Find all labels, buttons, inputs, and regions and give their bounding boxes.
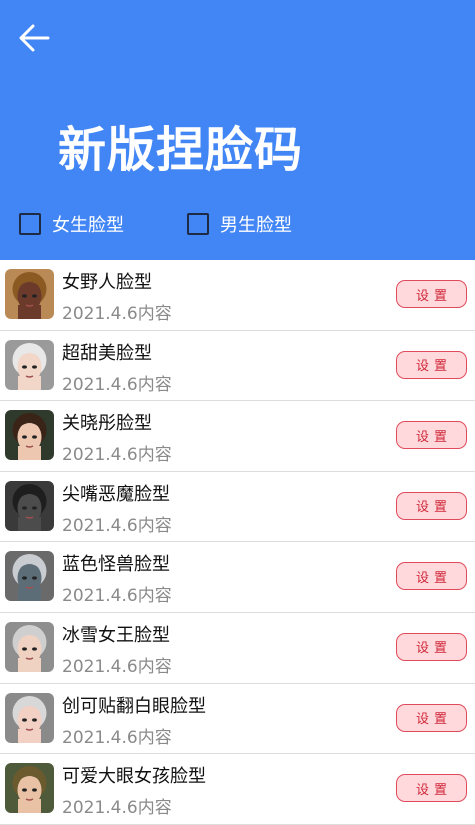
item-title: 冰雪女王脸型 bbox=[62, 624, 170, 646]
avatar bbox=[5, 763, 54, 814]
app-header: 新版捏脸码 女生脸型 男生脸型 bbox=[0, 0, 475, 260]
set-button[interactable]: 设置 bbox=[396, 632, 467, 661]
item-title: 蓝色怪兽脸型 bbox=[62, 554, 170, 576]
set-button[interactable]: 设置 bbox=[396, 491, 467, 520]
set-button[interactable]: 设置 bbox=[396, 774, 467, 803]
filter-label: 女生脸型 bbox=[52, 215, 124, 236]
checkbox[interactable] bbox=[187, 213, 209, 235]
filter-male-face[interactable]: 男生脸型 bbox=[187, 211, 292, 237]
item-subtitle: 2021.4.6内容 bbox=[62, 727, 172, 748]
item-title: 创可贴翻白眼脸型 bbox=[62, 695, 206, 717]
list-item[interactable]: 创可贴翻白眼脸型 2021.4.6内容 设置 bbox=[0, 683, 475, 755]
item-subtitle: 2021.4.6内容 bbox=[62, 656, 172, 677]
set-button[interactable]: 设置 bbox=[396, 562, 467, 591]
avatar bbox=[5, 551, 54, 602]
item-subtitle: 2021.4.6内容 bbox=[62, 515, 172, 536]
item-title: 女野人脸型 bbox=[62, 272, 152, 293]
list-item[interactable]: 可爱大眼女孩脸型 2021.4.6内容 设置 bbox=[0, 754, 475, 825]
list-item[interactable]: 蓝色怪兽脸型 2021.4.6内容 设置 bbox=[0, 542, 475, 613]
set-button[interactable]: 设置 bbox=[396, 703, 467, 732]
avatar bbox=[5, 480, 54, 531]
back-button[interactable] bbox=[14, 22, 54, 54]
avatar bbox=[5, 339, 54, 390]
item-title: 可爱大眼女孩脸型 bbox=[62, 766, 206, 788]
list-item[interactable]: 女野人脸型 2021.4.6内容 设置 bbox=[0, 260, 475, 331]
checkbox[interactable] bbox=[19, 213, 41, 235]
list-item[interactable]: 冰雪女王脸型 2021.4.6内容 设置 bbox=[0, 612, 475, 684]
avatar bbox=[5, 269, 54, 319]
item-title: 尖嘴恶魔脸型 bbox=[62, 483, 170, 505]
avatar bbox=[5, 410, 54, 461]
avatar bbox=[5, 621, 54, 672]
list-item[interactable]: 尖嘴恶魔脸型 2021.4.6内容 设置 bbox=[0, 471, 475, 543]
item-subtitle: 2021.4.6内容 bbox=[62, 798, 172, 819]
filter-label: 男生脸型 bbox=[220, 215, 292, 236]
face-code-list: 女野人脸型 2021.4.6内容 设置 超甜美脸型 2021.4.6内容 设置 关晓彤脸型 2… bbox=[0, 260, 475, 825]
avatar bbox=[5, 692, 54, 743]
item-subtitle: 2021.4.6内容 bbox=[62, 304, 172, 324]
list-item[interactable]: 超甜美脸型 2021.4.6内容 设置 bbox=[0, 330, 475, 402]
item-title: 关晓彤脸型 bbox=[62, 413, 152, 435]
item-title: 超甜美脸型 bbox=[62, 342, 152, 364]
set-button[interactable]: 设置 bbox=[396, 350, 467, 379]
arrow-left-icon bbox=[19, 24, 50, 52]
item-subtitle: 2021.4.6内容 bbox=[62, 586, 172, 607]
set-button[interactable]: 设置 bbox=[396, 280, 467, 308]
item-subtitle: 2021.4.6内容 bbox=[62, 445, 172, 466]
set-button[interactable]: 设置 bbox=[396, 421, 467, 450]
list-item[interactable]: 关晓彤脸型 2021.4.6内容 设置 bbox=[0, 401, 475, 472]
page-title: 新版捏脸码 bbox=[58, 122, 304, 178]
filter-female-face[interactable]: 女生脸型 bbox=[19, 211, 124, 237]
item-subtitle: 2021.4.6内容 bbox=[62, 374, 172, 395]
